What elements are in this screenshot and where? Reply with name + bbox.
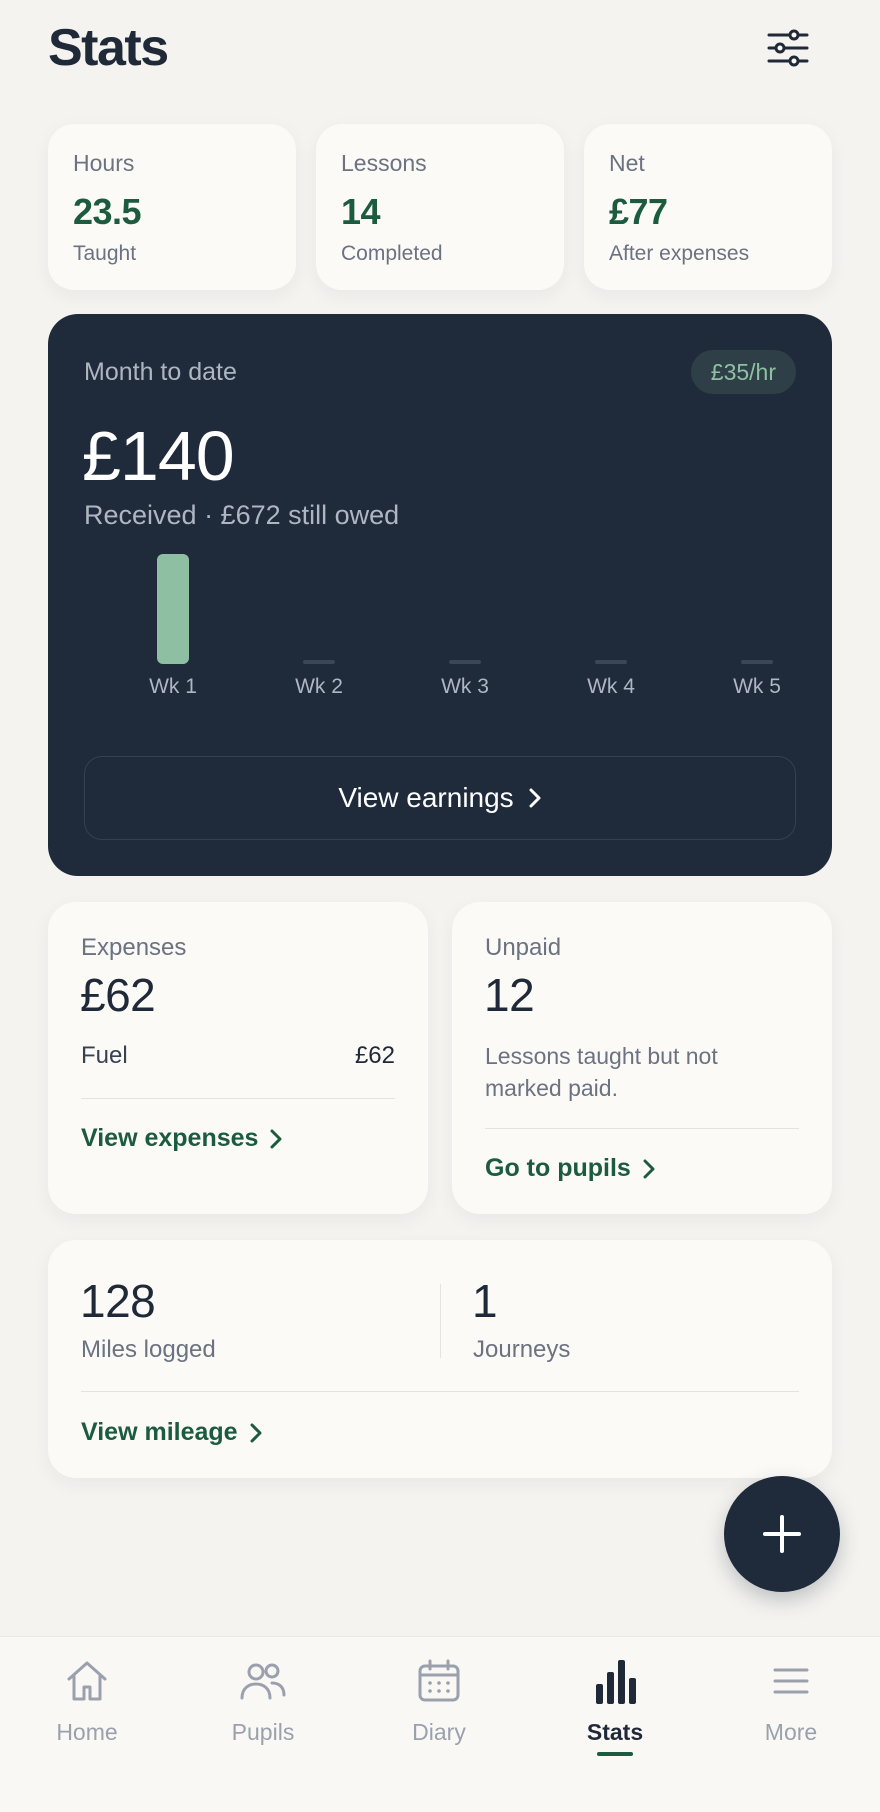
chevron-right-icon (250, 1423, 262, 1442)
chart-tick-label: Wk 5 (733, 675, 781, 694)
month-label: Month to date (84, 358, 237, 386)
users-icon (240, 1663, 286, 1700)
view-earnings-label: View earnings (338, 782, 514, 813)
chart-bar (303, 660, 335, 664)
chart-tick-label: Wk 3 (441, 675, 489, 694)
kpi-label: Hours (73, 150, 135, 176)
kpi-value: 23.5 (73, 191, 142, 232)
calendar-icon (418, 1659, 460, 1702)
page-title: Stats (48, 19, 169, 77)
kpi-card-hours: Hours 23.5 Taught (48, 124, 296, 290)
active-tab-indicator (597, 1752, 633, 1756)
kpi-label: Lessons (341, 150, 427, 176)
kpi-card-lessons: Lessons 14 Completed (316, 124, 564, 290)
chart-bar (157, 554, 189, 664)
journeys-label: Journeys (473, 1336, 571, 1363)
hourly-rate-badge: £35/hr (690, 350, 796, 394)
add-button[interactable] (724, 1476, 840, 1592)
plus-icon (763, 1515, 801, 1553)
tab-label: Stats (586, 1719, 644, 1745)
kpi-sublabel: Completed (341, 242, 443, 265)
mileage-card: 128 Miles logged 1 Journeys View mileage (48, 1240, 832, 1478)
chart-bar (595, 660, 627, 664)
tab-stats[interactable]: Stats (550, 1657, 680, 1767)
miles-value: 128 (80, 1275, 156, 1327)
divider (81, 1391, 799, 1392)
expenses-card: Expenses £62 Fuel £62 View expenses (48, 902, 428, 1214)
view-mileage-label: View mileage (81, 1418, 238, 1446)
kpi-card-net: Net £77 After expenses (584, 124, 832, 290)
journeys-value: 1 (472, 1275, 498, 1327)
kpi-sublabel: Taught (73, 242, 137, 265)
kpi-value: 14 (341, 191, 381, 232)
unpaid-count: 12 (484, 969, 535, 1021)
unpaid-label: Unpaid (485, 934, 562, 961)
unpaid-card: Unpaid 12 Lessons taught but not marked … (452, 902, 832, 1214)
tab-more[interactable]: More (726, 1657, 856, 1767)
view-expenses-link[interactable]: View expenses (81, 1124, 282, 1153)
kpi-value: £77 (609, 191, 668, 232)
go-to-pupils-label: Go to pupils (485, 1154, 631, 1182)
sliders-icon (767, 29, 809, 67)
tab-label: Home (56, 1719, 118, 1745)
miles-label: Miles logged (81, 1336, 216, 1363)
kpi-sublabel: After expenses (609, 242, 750, 265)
view-expenses-label: View expenses (81, 1124, 259, 1152)
chevron-right-icon (643, 1159, 655, 1178)
filter-button[interactable] (758, 22, 818, 74)
vertical-divider (440, 1284, 441, 1358)
view-earnings-button[interactable]: View earnings (84, 756, 796, 840)
menu-icon (773, 1668, 809, 1694)
tab-diary[interactable]: Diary (374, 1657, 504, 1767)
chevron-right-icon (529, 788, 541, 808)
month-subtitle: Received · £672 still owed (84, 500, 400, 530)
go-to-pupils-link[interactable]: Go to pupils (485, 1154, 655, 1183)
tab-pupils[interactable]: Pupils (198, 1657, 328, 1767)
tab-label: Diary (412, 1719, 466, 1745)
bar-chart-icon (596, 1660, 636, 1704)
divider (485, 1128, 799, 1129)
expense-category-label: Fuel (81, 1042, 128, 1069)
bottom-tab-bar: Home Pupils Diary Stats More (0, 1636, 880, 1812)
chart-tick-label: Wk 2 (295, 675, 343, 694)
chart-bar (449, 660, 481, 664)
unpaid-description-line: marked paid. (485, 1075, 618, 1101)
divider (81, 1098, 395, 1099)
month-to-date-card: Month to date £35/hr £140 Received · £67… (48, 314, 832, 876)
view-mileage-link[interactable]: View mileage (81, 1418, 262, 1447)
chevron-right-icon (270, 1129, 282, 1148)
expenses-label: Expenses (81, 934, 187, 961)
expense-category-value: £62 (354, 1042, 395, 1069)
month-amount: £140 (82, 417, 235, 495)
tab-label: Pupils (231, 1719, 295, 1745)
tab-home[interactable]: Home (22, 1657, 152, 1767)
chart-bar (741, 660, 773, 664)
chart-tick-label: Wk 4 (587, 675, 635, 694)
chart-tick-label: Wk 1 (149, 675, 197, 694)
unpaid-description: Lessons taught but not marked paid. (485, 1040, 718, 1104)
expenses-amount: £62 (80, 969, 156, 1021)
unpaid-description-line: Lessons taught but not (485, 1043, 718, 1069)
kpi-label: Net (609, 150, 645, 176)
home-icon (67, 1661, 107, 1701)
tab-label: More (764, 1719, 818, 1745)
weekly-earnings-chart: Wk 1 Wk 2 Wk 3 Wk 4 Wk 5 (149, 554, 781, 694)
